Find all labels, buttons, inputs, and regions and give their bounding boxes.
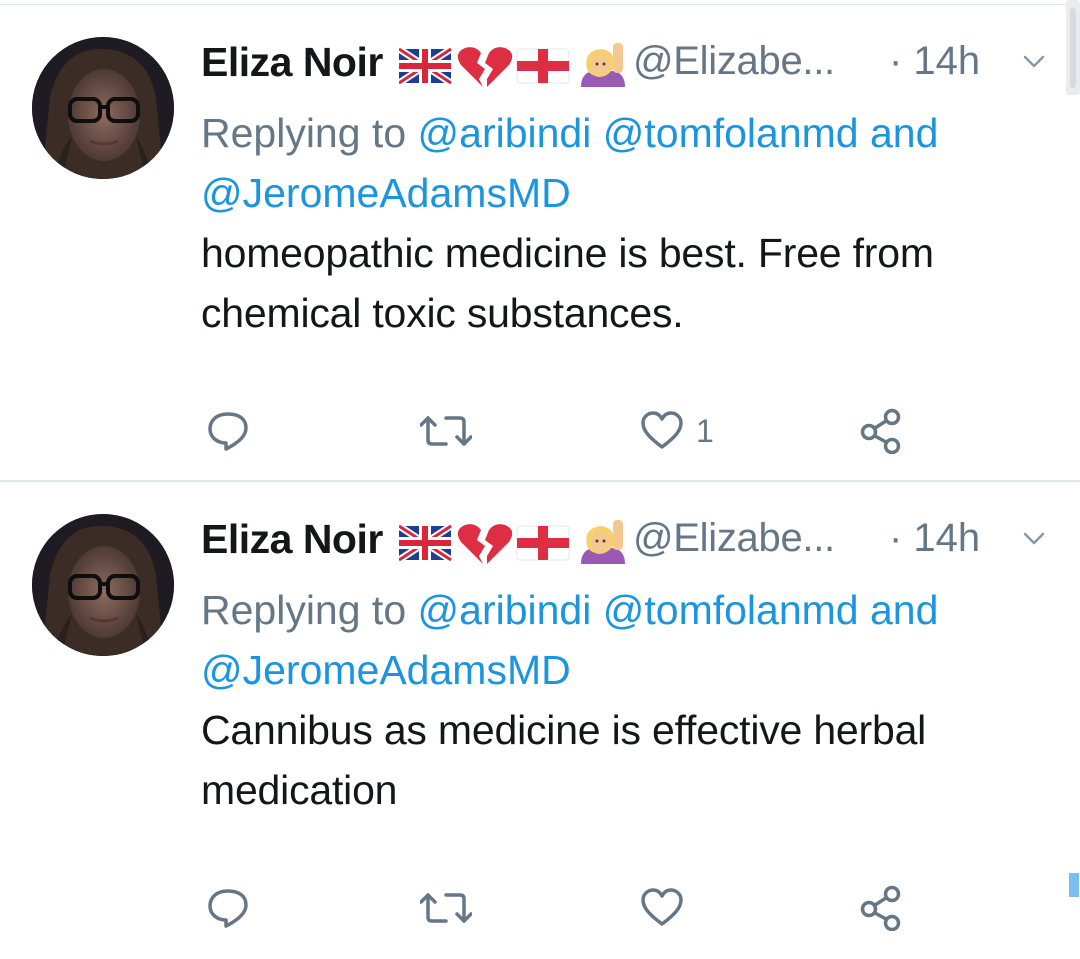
share-button[interactable] <box>860 407 904 455</box>
timestamp[interactable]: · 14h <box>889 516 980 561</box>
broken-heart-icon <box>457 524 513 564</box>
tweet-text: homeopathic medicine is best. Free from … <box>201 223 1051 343</box>
heart-icon <box>641 411 683 449</box>
tweet-text-line: homeopathic medicine is best. Free from <box>201 230 934 276</box>
uk-flag-icon <box>399 523 453 563</box>
retweet-button[interactable] <box>420 884 472 932</box>
replying-to: Replying to @aribindi @tomfolanmd and @J… <box>201 580 1041 700</box>
tweet-text-line: medication <box>201 767 398 813</box>
england-flag-icon <box>516 48 570 84</box>
tweet-actions: 1 <box>0 407 1080 457</box>
share-button[interactable] <box>860 884 904 932</box>
replying-prefix: Replying to <box>201 110 407 156</box>
heart-icon <box>641 888 683 926</box>
tweet[interactable]: Eliza Noir @Elizabe... · 14h Replying to… <box>0 482 1080 959</box>
chevron-down-icon[interactable] <box>1023 55 1045 69</box>
tweet-text-line: Cannibus as medicine is effective herbal <box>201 707 927 753</box>
tweet-text-line: chemical toxic substances. <box>201 290 684 336</box>
chevron-down-icon[interactable] <box>1023 532 1045 546</box>
reply-button[interactable] <box>205 407 251 455</box>
replying-to: Replying to @aribindi @tomfolanmd and @J… <box>201 103 1041 223</box>
mention-link[interactable]: @tomfolanmd <box>603 587 859 633</box>
share-icon <box>860 885 901 931</box>
tweet-header: Eliza Noir @Elizabe... · 14h <box>201 516 1061 572</box>
england-flag-icon <box>516 525 570 561</box>
reply-icon <box>208 412 248 451</box>
retweet-button[interactable] <box>420 407 472 455</box>
retweet-icon <box>420 416 472 446</box>
mention-link[interactable]: @aribindi <box>418 587 592 633</box>
share-icon <box>860 408 901 454</box>
like-button[interactable] <box>640 884 696 932</box>
person-raising-hand-icon <box>581 43 625 87</box>
mention-link[interactable]: @JeromeAdamsMD <box>201 170 571 216</box>
person-raising-hand-icon <box>581 520 625 564</box>
display-name[interactable]: Eliza Noir <box>201 516 383 563</box>
reply-button[interactable] <box>205 884 251 932</box>
like-button[interactable]: 1 <box>640 407 714 455</box>
broken-heart-icon <box>457 47 513 87</box>
avatar[interactable] <box>32 514 174 656</box>
retweet-icon <box>420 893 472 923</box>
user-handle[interactable]: @Elizabe... <box>633 39 835 84</box>
name-emojis <box>399 43 629 87</box>
reply-icon <box>208 889 248 928</box>
avatar[interactable] <box>32 37 174 179</box>
name-emojis <box>399 520 629 564</box>
mention-link[interactable]: @aribindi <box>418 110 592 156</box>
display-name[interactable]: Eliza Noir <box>201 39 383 86</box>
mention-conjunction[interactable]: and <box>870 110 938 156</box>
uk-flag-icon <box>399 46 453 86</box>
tweet-actions <box>0 884 1080 934</box>
tweet[interactable]: Eliza Noir @Elizabe... · 14h Replying to… <box>0 5 1080 482</box>
like-count: 1 <box>696 412 714 449</box>
mention-conjunction[interactable]: and <box>870 587 938 633</box>
replying-prefix: Replying to <box>201 587 407 633</box>
scroll-indicator[interactable] <box>1069 873 1079 897</box>
tweet-text: Cannibus as medicine is effective herbal… <box>201 700 1051 820</box>
tweet-header: Eliza Noir @Elizabe... · 14h <box>201 39 1061 95</box>
timestamp[interactable]: · 14h <box>889 39 980 84</box>
user-handle[interactable]: @Elizabe... <box>633 516 835 561</box>
mention-link[interactable]: @tomfolanmd <box>603 110 859 156</box>
mention-link[interactable]: @JeromeAdamsMD <box>201 647 571 693</box>
